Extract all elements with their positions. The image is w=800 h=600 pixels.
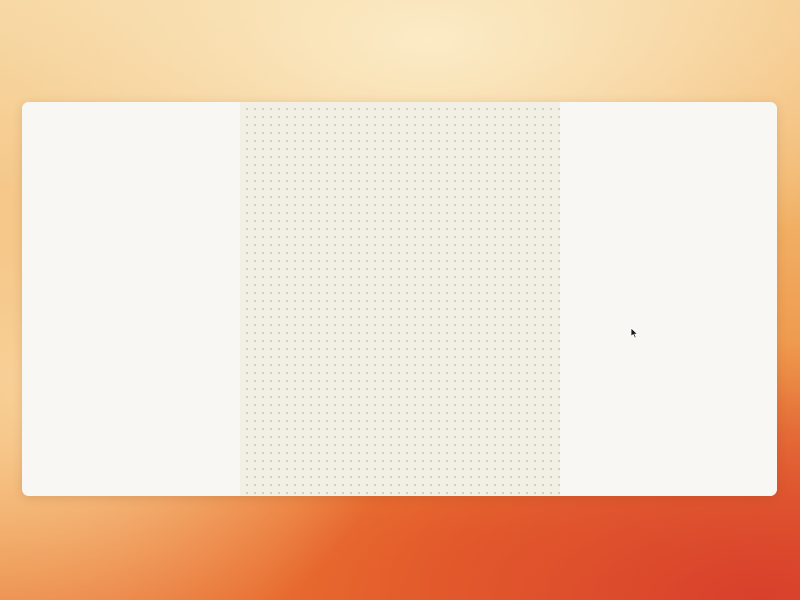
canvas-panel[interactable]: [240, 102, 560, 496]
app-window: [22, 102, 777, 496]
right-panel[interactable]: [560, 102, 777, 496]
gradient-background: [0, 0, 800, 600]
left-panel[interactable]: [22, 102, 240, 496]
mouse-cursor-icon: [630, 327, 638, 339]
